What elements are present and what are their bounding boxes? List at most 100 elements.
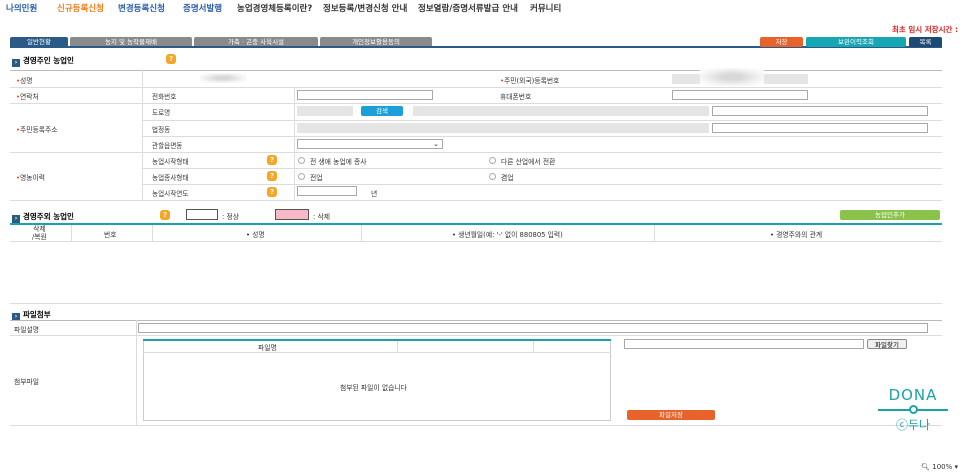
road-zipcode-field	[297, 106, 353, 116]
col-divider	[361, 225, 362, 241]
history-button[interactable]: 보완이력조회	[806, 37, 906, 47]
watermark-sub: ⓒ두나	[895, 418, 931, 432]
nav-my-petition[interactable]: 나의민원	[6, 2, 37, 14]
members-table-top	[10, 223, 942, 225]
zoom-icon: 🔍︎	[921, 463, 930, 471]
resident-number-redacted	[700, 68, 764, 86]
help-icon[interactable]: ?	[267, 171, 277, 181]
members-table-bottom	[10, 303, 942, 304]
members-section-title: › 경영주외 농업인	[12, 211, 74, 223]
nav-change-registration[interactable]: 변경등록신청	[118, 2, 165, 14]
start-year-input[interactable]	[297, 186, 357, 196]
file-path-input[interactable]	[624, 339, 864, 349]
radio-lifelong[interactable]	[298, 157, 305, 164]
attach-file-label: 첨부파일	[14, 378, 40, 386]
col-divider	[71, 225, 72, 241]
col-divider	[142, 70, 143, 200]
row-divider	[10, 200, 942, 201]
road-name-label: 도로명	[152, 109, 171, 117]
chevron-down-icon: ⌄	[433, 140, 439, 148]
chevron-down-icon: ▾	[954, 463, 958, 471]
road-address-detail-input[interactable]	[712, 106, 928, 116]
zoom-control[interactable]: 🔍︎ 100% ▾	[921, 463, 958, 471]
legal-dong-field	[297, 123, 709, 133]
nav-guide-view[interactable]: 정보열람/증명서류발급 안내	[418, 2, 518, 14]
top-navigation: 나의민원 신규등록신청 변경등록신청 증명서발행 농업경영체등록이란? 정보등록…	[0, 0, 966, 14]
legend-normal-label: : 정상	[222, 213, 239, 221]
start-year-label: 농업시작연도	[152, 190, 189, 198]
help-icon[interactable]: ?	[166, 54, 176, 64]
zoom-level: 100%	[932, 463, 953, 471]
browse-file-button[interactable]: 파일찾기	[867, 339, 907, 349]
name-label: •성명	[16, 77, 33, 85]
district-select[interactable]: ⌄	[297, 139, 443, 149]
radio-parttime[interactable]	[489, 173, 496, 180]
col-number: 번호	[104, 231, 117, 239]
help-icon[interactable]: ?	[267, 187, 277, 197]
address-search-button[interactable]: 검색	[361, 106, 403, 116]
file-name-column: 파일명	[258, 344, 277, 352]
district-label: 관할읍면동	[152, 142, 183, 150]
mobile-label: 휴대폰번호	[500, 93, 532, 101]
radio-fulltime[interactable]	[298, 173, 305, 180]
save-button[interactable]: 저장	[760, 37, 803, 47]
file-description-input[interactable]	[138, 323, 928, 333]
name-value-redacted	[200, 73, 246, 83]
no-files-message: 첨부된 파일이 없습니다	[340, 384, 407, 392]
legal-dong-detail-input[interactable]	[712, 123, 928, 133]
col-divider	[294, 87, 295, 200]
phone-label: 전화번호	[152, 93, 177, 101]
work-type-label: 농업종사형태	[152, 174, 189, 182]
nav-certificate[interactable]: 증명서발행	[183, 2, 222, 14]
nav-about[interactable]: 농업경영체등록이란?	[237, 2, 312, 14]
col-divider	[397, 341, 398, 352]
members-header-bottom	[10, 241, 942, 242]
resident-number-label: •주민(외국)등록번호	[500, 77, 560, 85]
col-name: • 성명	[246, 231, 265, 239]
nav-new-registration[interactable]: 신규등록신청	[57, 2, 104, 14]
year-unit: 년	[371, 190, 378, 198]
save-file-button[interactable]: 파일저장	[627, 410, 715, 420]
legend-normal-swatch	[186, 209, 218, 220]
row-divider	[142, 120, 942, 121]
file-list-header-top	[143, 339, 611, 341]
watermark-brand: DONA	[888, 386, 938, 404]
files-table-bottom	[10, 425, 942, 426]
add-farmer-button[interactable]: 농업인추가	[840, 210, 940, 220]
help-icon[interactable]: ?	[160, 210, 170, 220]
career-label: •영농이력	[16, 174, 46, 182]
row-divider	[10, 152, 942, 153]
file-list-header-bottom	[143, 352, 611, 353]
contact-label: •연락처	[16, 93, 39, 101]
files-table-top	[10, 320, 942, 321]
start-type-label: 농업시작형태	[152, 158, 189, 166]
dona-watermark: DONA ⓒ두나	[878, 386, 948, 433]
radio-parttime-label: 겸업	[501, 174, 514, 182]
row-divider	[10, 335, 942, 336]
radio-lifelong-label: 전 생애 농업에 종사	[310, 158, 367, 166]
phone-input[interactable]	[297, 90, 433, 100]
mobile-input[interactable]	[672, 90, 808, 100]
col-divider	[654, 225, 655, 241]
radio-converted[interactable]	[489, 157, 496, 164]
row-divider	[142, 184, 942, 185]
list-button[interactable]: 목록	[909, 37, 942, 47]
col-divider	[152, 225, 153, 241]
table-top-border	[10, 70, 942, 71]
col-divider	[136, 320, 137, 425]
help-icon[interactable]: ?	[267, 155, 277, 165]
address-label: •주민등록주소	[16, 126, 58, 134]
nav-guide-register[interactable]: 정보등록/변경신청 안내	[323, 2, 407, 14]
radio-fulltime-label: 전업	[310, 174, 323, 182]
col-delete-restore: 삭제 /복원	[32, 225, 47, 241]
operator-section-title: › 경영주인 농업인	[12, 55, 74, 67]
legend-deleted-label: : 삭제	[313, 213, 330, 221]
col-relation: • 경영주와의 관계	[770, 231, 823, 239]
col-birthdate: • 생년월일(예: '-' 없이 880805 입력)	[452, 231, 563, 239]
nav-community[interactable]: 커뮤니티	[530, 2, 561, 14]
row-divider	[142, 168, 942, 169]
file-description-label: 파일설명	[14, 326, 40, 334]
initial-save-time: 최초 임시 저장시간 :	[891, 25, 958, 34]
row-divider	[142, 136, 942, 137]
legal-dong-label: 법정동	[152, 126, 171, 134]
